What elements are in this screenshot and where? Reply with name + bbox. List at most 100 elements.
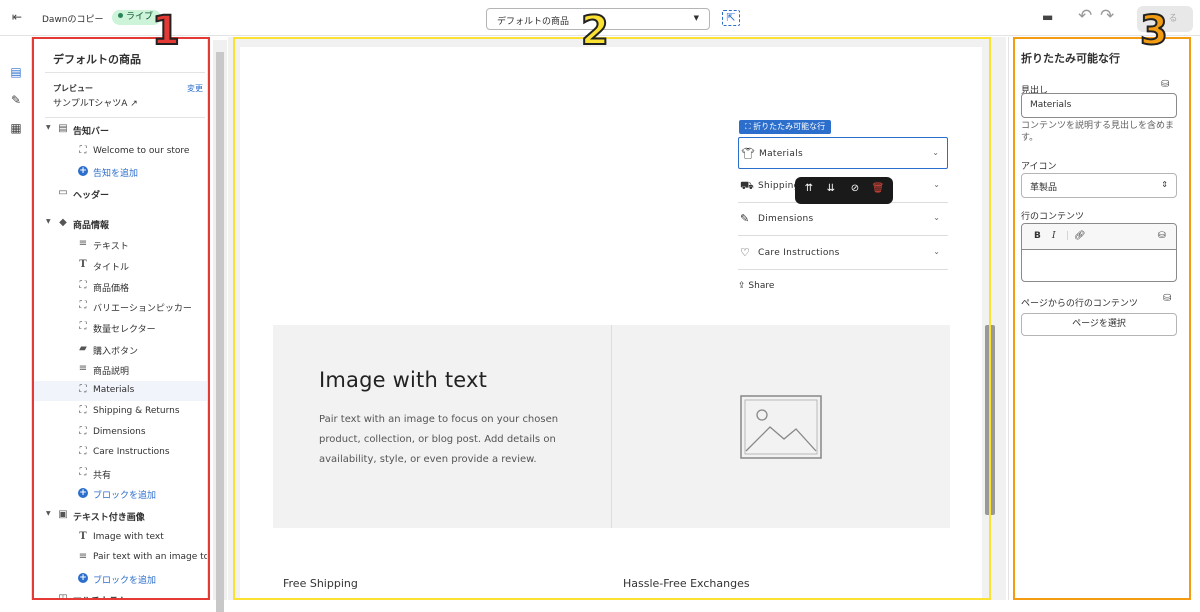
sidebar-item-14[interactable]: ⛶ Dimensions bbox=[33, 423, 207, 443]
italic-icon[interactable]: I bbox=[1052, 231, 1056, 241]
plus-circle: + bbox=[78, 573, 88, 583]
share-icon: ⇪ bbox=[738, 281, 749, 291]
sidebar-item-label: Materials bbox=[93, 385, 135, 395]
block-icon: ⛶ bbox=[79, 426, 87, 437]
accordion-label: Dimensions bbox=[758, 214, 814, 224]
shirt-icon: 👕︎ bbox=[741, 147, 755, 160]
text-lines-icon: ≡ bbox=[78, 551, 88, 562]
select-arrows-icon: ⇕ bbox=[1161, 180, 1168, 189]
row-content-label: 行のコンテンツ bbox=[1021, 212, 1085, 222]
canvas-scrollbar[interactable] bbox=[985, 325, 995, 515]
exit-icon[interactable]: ⇤ bbox=[8, 10, 26, 26]
icon-select-value: 革製品 bbox=[1030, 183, 1058, 193]
accordion-row-dimensions[interactable]: ✎ Dimensions ⌄ bbox=[738, 203, 948, 236]
select-page-button[interactable]: ページを選択 bbox=[1021, 313, 1177, 336]
chevron-down-icon: ⌄ bbox=[933, 180, 940, 189]
accordion-row-materials[interactable]: 👕︎ Materials ⌄ bbox=[738, 137, 948, 169]
sidebar-item-15[interactable]: ⛶ Care Instructions bbox=[33, 443, 207, 463]
accordion-row-care[interactable]: ♡ Care Instructions ⌄ bbox=[738, 237, 948, 270]
sidebar-item-label: 購入ボタン bbox=[93, 347, 139, 357]
divider bbox=[45, 72, 205, 73]
block-icon: ⛶ bbox=[79, 300, 87, 311]
sidebar-item-12[interactable]: ⛶ Materials bbox=[33, 381, 207, 401]
theme-settings-icon[interactable]: ✎ bbox=[8, 93, 24, 109]
sidebar-item-label: Shipping & Returns bbox=[93, 406, 180, 416]
dynamic-source-icon[interactable]: ⛁ bbox=[1161, 79, 1169, 90]
sidebar-item-4[interactable]: ▼ ◆ 商品情報 bbox=[33, 214, 207, 234]
share-link[interactable]: ⇪ Share bbox=[738, 281, 774, 291]
chevron-down-icon: ⌄ bbox=[933, 213, 940, 222]
sidebar-item-label: 商品説明 bbox=[93, 367, 130, 377]
expand-icon[interactable]: ▼ bbox=[46, 218, 51, 225]
tag-icon: ◆ bbox=[59, 217, 67, 228]
sidebar-item-17[interactable]: + ブロックを追加 bbox=[33, 484, 207, 504]
inspector-icon[interactable]: ⇱ bbox=[722, 10, 740, 26]
settings-panel: 折りたたみ可能な行 見出し ⛁ Materials コンテンツを説明する見出しを… bbox=[1008, 37, 1200, 600]
caret-down-icon: ▼ bbox=[693, 14, 699, 22]
dynamic-source-icon[interactable]: ⛁ bbox=[1163, 293, 1171, 304]
preview-product[interactable]: サンプルTシャツA ↗ bbox=[53, 96, 138, 109]
block-badge: ⛶ 折りたたみ可能な行 bbox=[739, 120, 832, 134]
row-content-editor[interactable]: B I | 🔗︎ ⛁ bbox=[1021, 223, 1177, 282]
accordion-label: Care Instructions bbox=[758, 248, 840, 258]
sidebar-item-0[interactable]: ▼ ▤ 告知バー bbox=[33, 120, 207, 140]
preview-label: プレビュー bbox=[53, 84, 93, 93]
sidebar-item-18[interactable]: ▼ ▣ テキスト付き画像 bbox=[33, 506, 207, 526]
sidebar-item-10[interactable]: ▰ 購入ボタン bbox=[33, 340, 207, 360]
move-up-icon[interactable]: ⇈ bbox=[801, 183, 817, 197]
desktop-icon[interactable]: ▬ bbox=[1042, 10, 1060, 26]
sidebar-item-8[interactable]: ⛶ バリエーションピッカー bbox=[33, 297, 207, 317]
sidebar-item-2[interactable]: + 告知を追加 bbox=[33, 162, 207, 182]
sidebar-item-9[interactable]: ⛶ 数量セレクター bbox=[33, 318, 207, 338]
bold-icon[interactable]: B bbox=[1034, 231, 1041, 241]
sidebar-item-label: ブロックを追加 bbox=[93, 491, 157, 501]
sidebar-item-16[interactable]: ⛶ 共有 bbox=[33, 464, 207, 484]
separator: | bbox=[1066, 231, 1070, 241]
sidebar-item-label: テキスト付き画像 bbox=[73, 513, 145, 523]
heart-icon: ♡ bbox=[740, 246, 750, 259]
block-toolbar: ⇈ ⇊ ⊘ 🗑︎ bbox=[795, 177, 893, 204]
dynamic-source-icon[interactable]: ⛁ bbox=[1158, 231, 1166, 241]
sidebar-item-22[interactable]: ◫ マルチカラム bbox=[33, 590, 207, 600]
image-placeholder-icon bbox=[740, 395, 822, 459]
expand-icon[interactable]: ▼ bbox=[46, 510, 51, 517]
sidebar-item-21[interactable]: + ブロックを追加 bbox=[33, 569, 207, 589]
sidebar-item-11[interactable]: ≡ 商品説明 bbox=[33, 360, 207, 380]
delete-icon[interactable]: 🗑︎ bbox=[870, 183, 886, 197]
preview-change-link[interactable]: 変更 bbox=[187, 83, 203, 94]
sidebar: デフォルトの商品 プレビュー 変更 サンプルTシャツA ↗ ▼ ▤ 告知バー ⛶ Wel… bbox=[33, 37, 208, 600]
template-select-value: デフォルトの商品 bbox=[497, 17, 570, 27]
hide-icon[interactable]: ⊘ bbox=[847, 183, 863, 197]
heading-input[interactable]: Materials bbox=[1021, 93, 1177, 118]
header-icon: ▭ bbox=[58, 187, 68, 198]
sidebar-item-label: マルチカラム bbox=[73, 594, 127, 600]
heading-help-text: コンテンツを説明する見出しを含めます。 bbox=[1021, 121, 1175, 143]
sidebar-item-13[interactable]: ⛶ Shipping & Returns bbox=[33, 402, 207, 422]
icon-select[interactable]: 革製品 ⇕ bbox=[1021, 173, 1177, 198]
expand-icon[interactable]: ▼ bbox=[46, 124, 51, 131]
undo-icon[interactable]: ↶ bbox=[1078, 6, 1092, 26]
chevron-down-icon: ⌄ bbox=[932, 148, 939, 157]
redo-icon[interactable]: ↷ bbox=[1100, 6, 1114, 26]
sidebar-item-1[interactable]: ⛶ Welcome to our store bbox=[33, 142, 207, 162]
left-rail: ▤ ✎ ▦ bbox=[0, 37, 32, 600]
sidebar-item-19[interactable]: T Image with text bbox=[33, 528, 207, 548]
sidebar-item-3[interactable]: ▭ ヘッダー bbox=[33, 184, 207, 204]
sidebar-item-label: タイトル bbox=[93, 263, 130, 273]
image-with-text-body: Pair text with an image to focus on your… bbox=[319, 414, 559, 465]
scrollbar-thumb[interactable] bbox=[216, 52, 224, 612]
annotation-number-1: 1 bbox=[151, 7, 181, 55]
link-icon[interactable]: 🔗︎ bbox=[1074, 231, 1085, 241]
sidebar-item-6[interactable]: T タイトル bbox=[33, 256, 207, 276]
sidebar-item-7[interactable]: ⛶ 商品価格 bbox=[33, 277, 207, 297]
plus-circle: + bbox=[78, 488, 88, 498]
sidebar-scrollbar[interactable] bbox=[213, 40, 227, 612]
sidebar-item-20[interactable]: ≡ Pair text with an image to ... bbox=[33, 548, 207, 568]
apps-icon[interactable]: ▦ bbox=[8, 121, 24, 137]
move-down-icon[interactable]: ⇊ bbox=[823, 183, 839, 197]
sidebar-item-5[interactable]: ≡ テキスト bbox=[33, 235, 207, 255]
theme-name: Dawnのコピー bbox=[42, 15, 104, 25]
sidebar-item-label: Image with text bbox=[93, 532, 164, 542]
sections-icon[interactable]: ▤ bbox=[8, 65, 24, 81]
share-label: Share bbox=[748, 281, 775, 291]
